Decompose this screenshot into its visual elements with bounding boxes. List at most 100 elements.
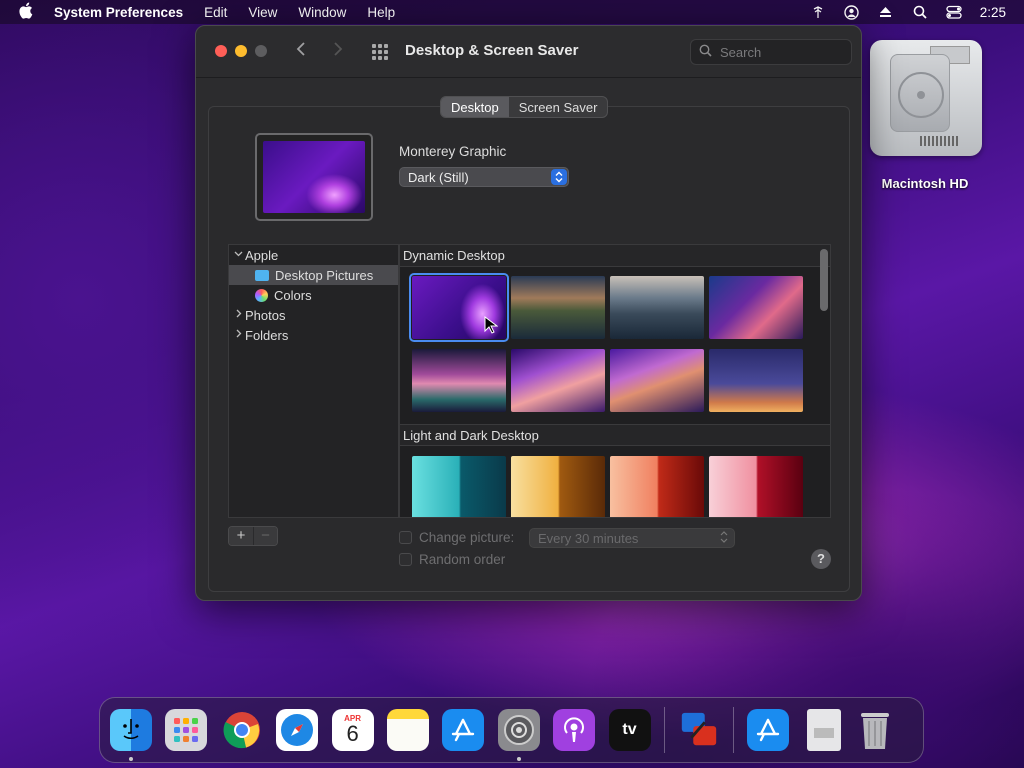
random-order-checkbox[interactable]: [399, 553, 412, 566]
add-folder-button[interactable]: +: [229, 527, 253, 545]
safari-app-icon[interactable]: [276, 709, 319, 751]
popup-chevrons-icon: [551, 169, 567, 185]
apple-menu-icon[interactable]: [18, 2, 36, 23]
folder-icon: [255, 269, 269, 281]
sidebar-label: Apple: [245, 247, 279, 263]
sidebar-item-colors[interactable]: Colors: [229, 285, 398, 305]
apple-tv-app-icon[interactable]: tv: [608, 709, 651, 751]
eject-icon[interactable]: [878, 4, 894, 20]
random-order-label: Random order: [419, 552, 506, 567]
wallpaper-orange[interactable]: [610, 456, 704, 517]
sidebar-item-desktop-pictures[interactable]: Desktop Pictures: [229, 265, 398, 285]
dock-separator: [663, 707, 665, 753]
appearance-value: Dark (Still): [408, 170, 469, 185]
finder-app-icon[interactable]: [110, 709, 152, 761]
wallpaper-catalina[interactable]: [610, 276, 704, 339]
current-wallpaper-preview: [255, 133, 373, 221]
popup-chevrons-icon: [720, 530, 728, 547]
sidebar-label: Desktop Pictures: [275, 267, 374, 283]
menu-edit[interactable]: Edit: [204, 5, 227, 20]
tab-control: Desktop Screen Saver: [440, 96, 609, 118]
help-button[interactable]: ?: [811, 549, 831, 569]
calendar-app-icon[interactable]: APR 6: [331, 709, 374, 751]
chevron-right-icon[interactable]: [231, 309, 245, 321]
sidebar-label: Photos: [245, 307, 286, 323]
color-wheel-icon: [255, 288, 268, 302]
downloads-stack-icon[interactable]: [747, 709, 790, 751]
menu-app-name[interactable]: System Preferences: [54, 5, 183, 20]
title-bar: Desktop & Screen Saver Search: [196, 26, 861, 78]
user-icon[interactable]: [844, 4, 860, 20]
wallpaper-gallery: Dynamic Desktop Light and Dark Desktop: [399, 244, 831, 518]
wallpaper-yellow[interactable]: [511, 456, 605, 517]
wallpaper-preview-image: [263, 141, 365, 213]
disk-vent: [920, 136, 960, 146]
minimize-button[interactable]: [235, 45, 247, 57]
screen-sharing-app-icon[interactable]: [678, 709, 720, 751]
sidebar-add-remove: + −: [228, 526, 278, 546]
change-picture-label: Change picture:: [419, 530, 515, 545]
wallpaper-name: Monterey Graphic: [399, 144, 507, 159]
running-indicator: [516, 757, 521, 761]
close-button[interactable]: [215, 45, 227, 57]
back-arrow-icon[interactable]: [296, 40, 306, 63]
spotlight-search-icon[interactable]: [912, 4, 928, 20]
wallpaper-pink[interactable]: [709, 456, 803, 517]
chrome-app-icon[interactable]: [221, 709, 263, 751]
window-title: Desktop & Screen Saver: [405, 42, 579, 59]
launchpad-app-icon[interactable]: [165, 709, 208, 751]
network-icon[interactable]: [810, 4, 826, 20]
search-field[interactable]: Search: [690, 39, 852, 65]
search-icon: [699, 44, 712, 60]
sidebar-item-photos[interactable]: Photos: [229, 305, 398, 325]
macintosh-hd-icon[interactable]: [870, 40, 982, 156]
menu-bar: System Preferences Edit View Window Help…: [0, 0, 1024, 24]
search-placeholder: Search: [720, 44, 762, 60]
sidebar-label: Colors: [274, 287, 312, 303]
remove-folder-button[interactable]: −: [253, 527, 277, 545]
gallery-row: [400, 456, 830, 517]
preferences-window: Desktop & Screen Saver Search Desktop Sc…: [195, 25, 862, 601]
chevron-down-icon[interactable]: [231, 249, 245, 261]
podcasts-app-icon[interactable]: [553, 709, 596, 751]
sidebar-item-folders[interactable]: Folders: [229, 325, 398, 345]
show-all-grid-icon[interactable]: [372, 44, 388, 60]
chevron-right-icon[interactable]: [231, 329, 245, 341]
dock: APR 6 tv: [99, 697, 924, 763]
system-preferences-app-icon[interactable]: [497, 709, 540, 761]
zoom-button[interactable]: [255, 45, 267, 57]
app-store-app-icon[interactable]: [442, 709, 485, 751]
disk-name-label[interactable]: Macintosh HD: [860, 176, 990, 191]
disk-platter: [890, 54, 950, 132]
gallery-scrollbar[interactable]: [820, 249, 828, 311]
gallery-row: [400, 349, 830, 412]
notes-app-icon[interactable]: [386, 709, 429, 751]
interval-value: Every 30 minutes: [538, 531, 639, 546]
change-interval-popup[interactable]: Every 30 minutes: [529, 528, 735, 548]
control-center-icon[interactable]: [946, 4, 962, 20]
sidebar-label: Folders: [245, 327, 289, 343]
change-picture-checkbox[interactable]: [399, 531, 412, 544]
wallpaper-gradient-dusk[interactable]: [709, 349, 803, 412]
sidebar-item-apple[interactable]: Apple: [229, 245, 398, 265]
appearance-popup[interactable]: Dark (Still): [399, 167, 569, 187]
menu-view[interactable]: View: [248, 5, 277, 20]
document-stack-icon[interactable]: [806, 709, 841, 751]
tv-label: tv: [622, 721, 637, 738]
wallpaper-monterey-graphic[interactable]: [409, 273, 509, 342]
source-sidebar: Apple Desktop Pictures Colors Photos Fol…: [228, 244, 399, 518]
wallpaper-teal[interactable]: [412, 456, 506, 517]
wallpaper-coast-graphic[interactable]: [610, 349, 704, 412]
menu-help[interactable]: Help: [367, 5, 395, 20]
wallpaper-big-sur-graphic[interactable]: [709, 276, 803, 339]
tab-desktop[interactable]: Desktop: [441, 97, 509, 117]
menu-clock[interactable]: 2:25: [980, 5, 1006, 20]
forward-arrow-icon[interactable]: [333, 40, 343, 63]
menu-window[interactable]: Window: [298, 5, 346, 20]
wallpaper-big-sur-coast[interactable]: [511, 276, 605, 339]
wallpaper-desert-graphic[interactable]: [511, 349, 605, 412]
tab-screen-saver[interactable]: Screen Saver: [509, 97, 608, 117]
trash-icon[interactable]: [854, 709, 896, 751]
wallpaper-canyon-graphic[interactable]: [412, 349, 506, 412]
dock-separator: [733, 707, 735, 753]
